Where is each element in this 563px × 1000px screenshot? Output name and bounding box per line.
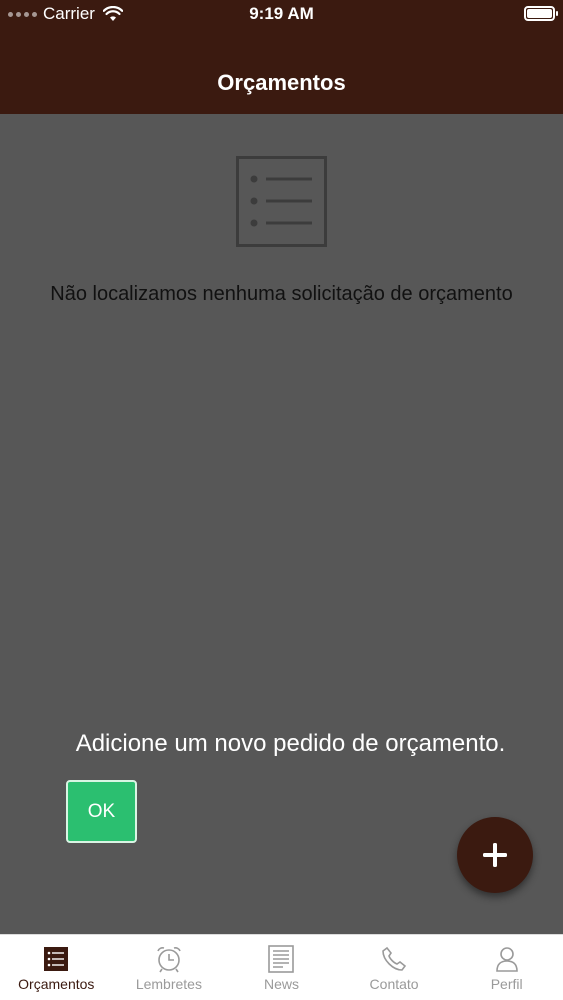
ok-button[interactable]: OK [66, 780, 137, 843]
empty-state-message: Não localizamos nenhuma solicitação de o… [50, 283, 513, 305]
status-bar: Carrier 9:19 AM [0, 0, 563, 30]
screen: Carrier 9:19 AM Orçamentos Não localizam… [0, 0, 563, 1000]
tab-orcamentos[interactable]: Orçamentos [0, 935, 113, 1000]
user-icon [492, 944, 522, 974]
page-title: Orçamentos [217, 70, 346, 95]
alarm-clock-icon [154, 944, 184, 974]
tab-label: News [263, 976, 299, 992]
tab-label: Contato [369, 976, 419, 992]
list-icon [41, 944, 71, 974]
add-quote-button[interactable] [457, 817, 533, 893]
tab-perfil[interactable]: Perfil [450, 935, 563, 1000]
battery-icon [524, 6, 558, 21]
plus-icon [483, 843, 507, 867]
tab-lembretes[interactable]: Lembretes [113, 935, 226, 1000]
coach-mark-message: Adicione um novo pedido de orçamento. [75, 730, 506, 757]
status-time: 9:19 AM [249, 4, 314, 23]
tab-bar: Orçamentos Lembretes News Contato Perfil [0, 934, 563, 1000]
app-bar: Carrier 9:19 AM Orçamentos [0, 0, 563, 114]
list-icon [236, 156, 327, 247]
tab-contato[interactable]: Contato [338, 935, 451, 1000]
tab-label: Orçamentos [18, 976, 95, 992]
tab-news[interactable]: News [225, 935, 338, 1000]
tab-label: Perfil [490, 976, 523, 992]
tab-label: Lembretes [135, 976, 202, 992]
newspaper-icon [266, 944, 296, 974]
phone-icon [379, 944, 409, 974]
